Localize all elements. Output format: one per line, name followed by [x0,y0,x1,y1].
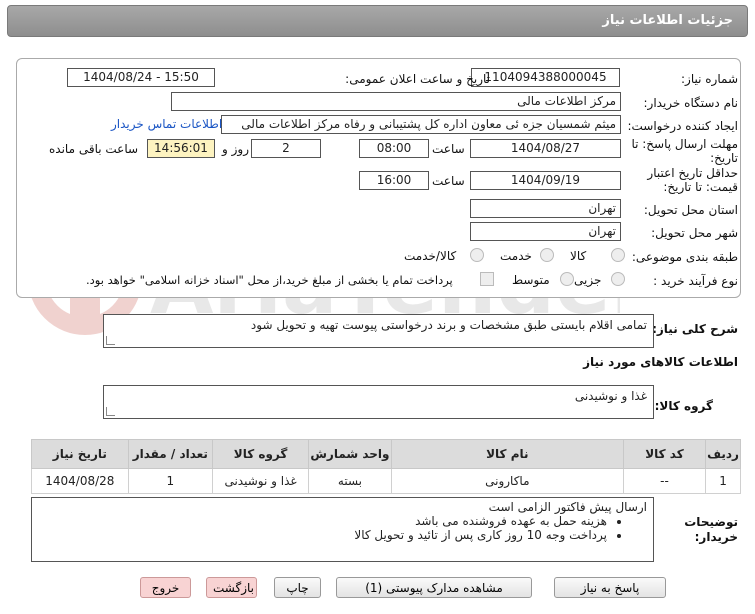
col-header-row-number: ردیف [705,439,741,469]
deadline-label: مهلت ارسال پاسخ: تا [631,137,738,151]
deadline-time-label: ساعت [432,142,465,156]
category-label: طبقه بندی موضوعی: [631,250,738,264]
goods-group-textarea[interactable]: غذا و نوشیدنی [103,385,654,419]
cell-name: ماکارونی [390,468,624,494]
exit-button[interactable]: خروج [140,577,191,598]
creator-label: ایجاد کننده درخواست: [627,119,738,133]
cell-unit: بسته [308,468,392,494]
days-remaining-field: 2 [251,139,321,158]
city-field: تهران [470,222,621,241]
announce-label: تاریخ و ساعت اعلان عمومی: [345,72,490,86]
process-option-medium: متوسط [512,273,550,287]
description-label: شرح کلی نیاز: [652,322,738,336]
page-title: جزئیات اطلاعات نیاز [602,13,733,28]
buyer-notes-label-2: خریدار: [694,530,738,544]
deadline-time-field: 08:00 [359,139,429,158]
process-radio-medium[interactable] [560,272,574,286]
category-radio-service[interactable] [540,248,554,262]
table-row: 1 -- ماکارونی بسته غذا و نوشیدنی 1 1404/… [31,468,741,494]
validity-time-field: 16:00 [359,171,429,190]
view-attachments-button[interactable]: مشاهده مدارک پیوستی (1) [336,577,532,598]
goods-section-title: اطلاعات کالاهای مورد نیاز [583,355,738,369]
resize-grip-icon[interactable] [106,336,115,345]
need-number-label: شماره نیاز: [681,72,738,86]
buyer-notes-first-line: ارسال پیش فاکتور الزامی است [488,500,647,514]
category-option-goods: کالا [570,249,587,263]
description-textarea[interactable]: تمامی اقلام بایستی طبق مشخصات و برند درخ… [103,314,654,348]
process-radio-minor[interactable] [611,272,625,286]
category-radio-goods[interactable] [611,248,625,262]
validity-label: حداقل تاریخ اعتبار [647,166,738,180]
col-header-code: کد کالا [622,439,707,469]
buyer-org-field: مرکز اطلاعات مالی [171,92,621,111]
validity-date-field: 1404/09/19 [470,171,621,190]
col-header-need-date: تاریخ نیاز [31,439,129,469]
need-number-field: 1104094388000045 [471,68,620,87]
print-button[interactable]: چاپ [274,577,321,598]
col-header-name: نام کالا [390,439,624,469]
category-radio-goods-service[interactable] [470,248,484,262]
days-label: روز و [222,142,249,156]
contact-buyer-link[interactable]: اطلاعات تماس خریدار [111,117,222,131]
remaining-time-field: 14:56:01 [147,139,215,158]
validity-label-2: قیمت: تا تاریخ: [663,180,738,194]
list-item: پرداخت وجه 10 روز کاری پس از تائید و تحو… [38,528,607,542]
validity-time-label: ساعت [432,174,465,188]
treasury-payment-text: پرداخت تمام یا بخشی از مبلغ خرید،از محل … [86,273,453,287]
treasury-payment-checkbox[interactable] [480,272,494,286]
goods-group-text: غذا و نوشیدنی [574,389,647,403]
reply-button[interactable]: پاسخ به نیاز [554,577,666,598]
city-label: شهر محل تحویل: [651,226,738,240]
cell-group: غذا و نوشیدنی [211,468,310,494]
cell-row-number: 1 [705,468,741,494]
resize-grip-icon[interactable] [106,407,115,416]
table-header-row: ردیف کد کالا نام کالا واحد شمارش گروه کا… [31,439,741,469]
deadline-label-2: تاریخ: [710,151,738,165]
process-option-minor: جزیی [574,273,602,287]
back-button[interactable]: بازگشت [206,577,257,598]
col-header-group: گروه کالا [211,439,310,469]
buyer-org-label: نام دستگاه خریدار: [643,96,739,110]
description-text: تمامی اقلام بایستی طبق مشخصات و برند درخ… [250,318,647,332]
col-header-quantity: تعداد / مقدار [127,439,213,469]
province-field: تهران [470,199,621,218]
category-option-service: خدمت [500,249,532,263]
cell-need-date: 1404/08/28 [31,468,129,494]
buyer-notes-label: توضیحات [684,515,738,529]
announce-field: 1404/08/24 - 15:50 [67,68,215,87]
page-header: جزئیات اطلاعات نیاز [7,5,748,37]
category-option-goods-service: کالا/خدمت [404,249,457,263]
list-item: هزینه حمل به عهده فروشنده می باشد [38,514,607,528]
goods-table: ردیف کد کالا نام کالا واحد شمارش گروه کا… [31,439,741,494]
cell-quantity: 1 [127,468,213,494]
creator-field: میثم شمسیان جزه ئی معاون اداره کل پشتیبا… [221,115,621,134]
remaining-label: ساعت باقی مانده [49,142,139,156]
goods-group-label: گروه کالا: [654,399,713,413]
buyer-notes-list: هزینه حمل به عهده فروشنده می باشد پرداخت… [38,514,647,542]
col-header-unit: واحد شمارش [308,439,392,469]
province-label: استان محل تحویل: [643,203,738,217]
cell-code: -- [622,468,707,494]
deadline-date-field: 1404/08/27 [470,139,621,158]
process-label: نوع فرآیند خرید : [653,274,738,288]
buyer-notes-box: ارسال پیش فاکتور الزامی است هزینه حمل به… [31,497,654,562]
